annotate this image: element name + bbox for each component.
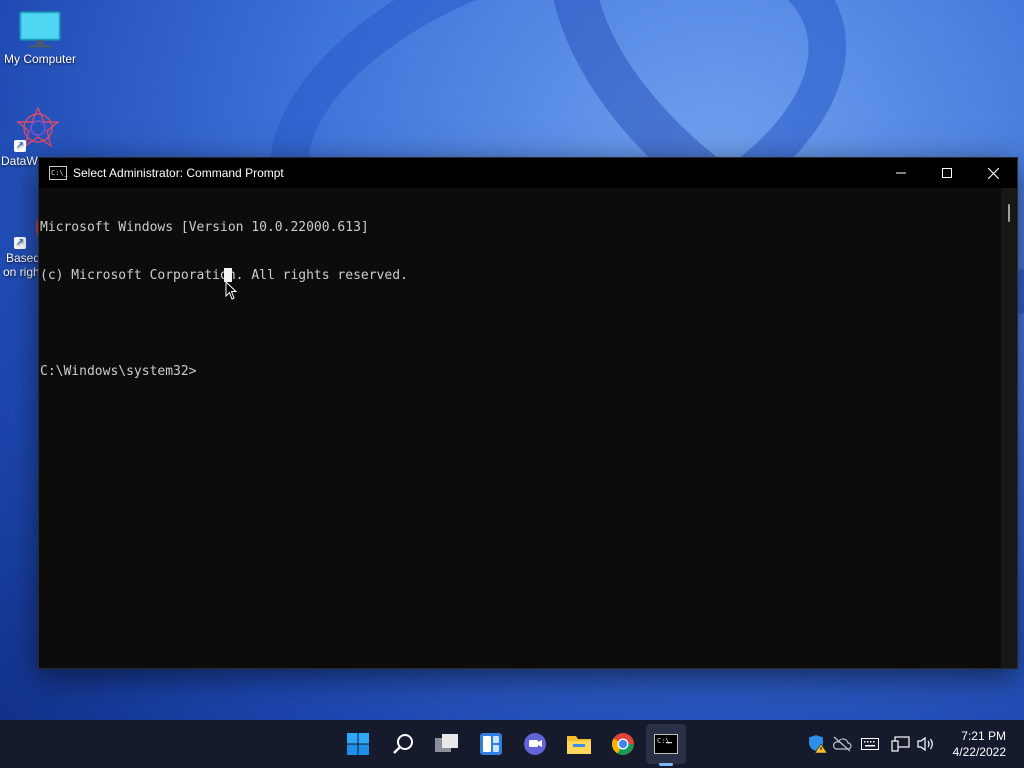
volume-button[interactable] [916, 734, 936, 754]
desktop-icon-my-computer[interactable]: My Computer [0, 10, 80, 66]
taskbar: C:\ 7:21 PM 4/22/2022 [0, 720, 1024, 768]
console-line: (c) Microsoft Corporation. All rights re… [40, 268, 408, 283]
maximize-button[interactable] [924, 158, 970, 188]
vertical-scrollbar[interactable] [1001, 188, 1017, 668]
system-clock[interactable]: 7:21 PM 4/22/2022 [953, 728, 1006, 760]
maximize-icon [942, 168, 952, 178]
text-cursor [224, 268, 232, 282]
search-button[interactable] [387, 728, 419, 760]
console-output[interactable]: Microsoft Windows [Version 10.0.22000.61… [39, 188, 1001, 668]
command-prompt-window[interactable]: C:\_ Select Administrator: Command Promp… [38, 157, 1018, 669]
chrome-icon [612, 733, 634, 755]
widgets-button[interactable] [475, 728, 507, 760]
onedrive-icon [832, 736, 852, 752]
close-button[interactable] [970, 158, 1016, 188]
cmd-app-icon: C:\_ [49, 166, 68, 180]
start-button[interactable] [342, 728, 374, 760]
console-line: Microsoft Windows [Version 10.0.22000.61… [40, 220, 369, 235]
volume-icon [917, 736, 933, 752]
file-explorer-icon [567, 736, 591, 754]
start-icon [347, 733, 369, 755]
teams-chat-icon [524, 733, 546, 755]
mouse-pointer-icon [225, 281, 237, 300]
network-icon [891, 736, 910, 752]
minimize-button[interactable] [878, 158, 924, 188]
title-bar[interactable]: C:\_ Select Administrator: Command Promp… [39, 158, 1017, 188]
chrome-button[interactable] [607, 728, 639, 760]
scrollbar-thumb[interactable] [1008, 204, 1010, 222]
shortcut-arrow-icon: ↗ [14, 237, 26, 249]
widgets-icon [480, 733, 502, 755]
defender-warning-icon [809, 735, 828, 754]
task-view-button[interactable] [431, 728, 463, 760]
close-icon [987, 167, 999, 179]
keyboard-icon [861, 738, 879, 750]
clock-date: 4/22/2022 [952, 745, 1006, 759]
keyboard-layout-button[interactable] [860, 734, 880, 754]
minimize-icon [896, 172, 906, 174]
task-view-icon [435, 734, 458, 752]
console-prompt: C:\Windows\system32> [40, 364, 197, 379]
desktop-icon-label: My Computer [3, 52, 77, 66]
network-button[interactable] [891, 734, 911, 754]
active-app-indicator [659, 763, 673, 766]
command-prompt-icon: C:\ [654, 734, 678, 754]
file-explorer-button[interactable] [563, 728, 595, 760]
defender-warning-button[interactable] [808, 734, 828, 754]
svg-text:C:\: C:\ [657, 737, 670, 745]
shortcut-arrow-icon: ↗ [14, 140, 26, 152]
command-prompt-taskbar-button[interactable]: C:\ [650, 728, 682, 760]
teams-chat-button[interactable] [519, 728, 551, 760]
monitor-icon [19, 11, 61, 48]
onedrive-button[interactable] [832, 734, 852, 754]
search-icon [393, 734, 413, 754]
clock-time: 7:21 PM [961, 729, 1006, 743]
window-title: Select Administrator: Command Prompt [73, 166, 284, 180]
